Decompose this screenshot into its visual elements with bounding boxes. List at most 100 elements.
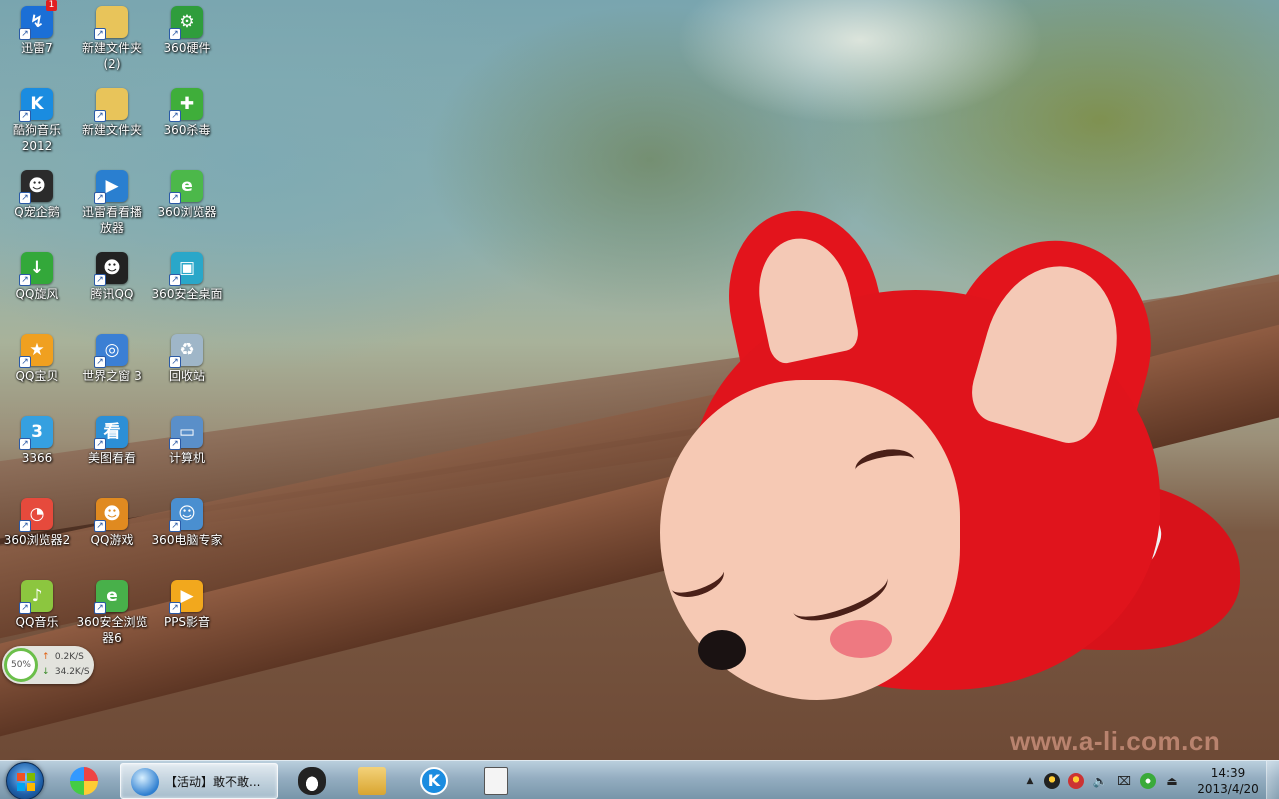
desktop-icon-label: 360杀毒	[163, 123, 211, 137]
desktop-icon[interactable]: ▶ ↗ 迅雷看看播 放器	[75, 170, 149, 236]
qq-tray-icon-2[interactable]	[1068, 773, 1084, 789]
desktop-icon[interactable]: ☻ ↗ 腾讯QQ	[75, 252, 149, 302]
360-secure-browser-icon: e ↗	[94, 580, 128, 614]
kugou-icon: K ↗	[19, 88, 53, 122]
shortcut-arrow-icon: ↗	[169, 192, 181, 204]
desktop-icon[interactable]: ↗ 新建文件夹 (2)	[75, 6, 149, 72]
desktop-icon-label: 新建文件夹	[81, 123, 142, 137]
recycle-bin-icon: ♻ ↗	[169, 334, 203, 368]
shortcut-arrow-icon: ↗	[169, 356, 181, 368]
desktop-icon[interactable]: ☻ ↗ Q宠企鹅	[0, 170, 74, 220]
desktop-icon[interactable]: ↗ 新建文件夹	[75, 88, 149, 138]
desktop-icon-label: 360浏览器	[157, 205, 217, 219]
network-speed-widget[interactable]: 50% ↑ 0.2K/S ↓ 34.2K/S	[2, 646, 94, 684]
desktop-icon[interactable]: K ↗ 酷狗音乐 2012	[0, 88, 74, 154]
folder-icon: ↗	[94, 88, 128, 122]
desktop-icon[interactable]: ◔ ↗ 360浏览器2	[0, 498, 74, 548]
taskbar-pinned-explorer[interactable]	[344, 763, 400, 799]
desktop-icon[interactable]: 3 ↗ 3366	[0, 416, 74, 466]
desktop-icon[interactable]: ☺ ↗ 360电脑专家	[150, 498, 224, 548]
desktop-icon-label: 美图看看	[87, 451, 136, 465]
desktop-icon[interactable]: e ↗ 360安全浏览 器6	[75, 580, 149, 646]
desktop-icon[interactable]: ♻ ↗ 回收站	[150, 334, 224, 384]
shortcut-arrow-icon: ↗	[94, 28, 106, 40]
clock-date: 2013/4/20	[1197, 782, 1259, 796]
qq-penguin-icon	[298, 767, 326, 795]
360-hardware-icon: ⚙ ↗	[169, 6, 203, 40]
desktop-icon-label: PPS影音	[163, 615, 211, 629]
kankan-player-icon: ▶ ↗	[94, 170, 128, 204]
360-tray-icon[interactable]	[1140, 773, 1156, 789]
desktop-icon[interactable]: ◎ ↗ 世界之窗 3	[75, 334, 149, 384]
desktop-icon-label: 迅雷看看播 放器	[81, 205, 142, 235]
qq-icon: ☻ ↗	[94, 252, 128, 286]
computer-icon: ▭ ↗	[169, 416, 203, 450]
shortcut-arrow-icon: ↗	[19, 110, 31, 122]
system-tray: ▲ 🔈 ⌧ ⏏	[1020, 761, 1220, 799]
desktop-icon[interactable]: ↓ ↗ QQ旋风	[0, 252, 74, 302]
fox-cheek	[830, 620, 892, 658]
360-desktop-icon: ▣ ↗	[169, 252, 203, 286]
meitu-viewer-icon: 看 ↗	[94, 416, 128, 450]
shortcut-arrow-icon: ↗	[94, 192, 106, 204]
desktop-icon[interactable]: ★ ↗ QQ宝贝	[0, 334, 74, 384]
taskbar-pinned-kugou[interactable]: K	[406, 763, 462, 799]
download-speed: ↓ 34.2K/S	[42, 667, 90, 677]
shortcut-arrow-icon: ↗	[169, 110, 181, 122]
start-button[interactable]	[6, 762, 44, 799]
taskbar-pinned-qq[interactable]	[284, 763, 340, 799]
desktop-icon[interactable]: ↯ ↗ 1 迅雷7	[0, 0, 74, 56]
explorer-folder-icon	[358, 767, 386, 795]
qq-baby-icon: ★ ↗	[19, 334, 53, 368]
upload-speed: ↑ 0.2K/S	[42, 652, 84, 662]
desktop-icon-label: QQ游戏	[90, 533, 134, 547]
shortcut-arrow-icon: ↗	[169, 520, 181, 532]
network-icon[interactable]: ⌧	[1116, 773, 1132, 789]
desktop-icon-label: 迅雷7	[21, 41, 53, 55]
desktop-icon-label: 360电脑专家	[151, 533, 223, 547]
shortcut-arrow-icon: ↗	[94, 602, 106, 614]
qq-whirlwind-icon: ↓ ↗	[19, 252, 53, 286]
desktop-icon[interactable]: ✚ ↗ 360杀毒	[150, 88, 224, 138]
360-expert-icon: ☺ ↗	[169, 498, 203, 532]
wallpaper-watermark: www.a-li.com.cn	[1010, 726, 1221, 756]
desktop-icon[interactable]: ▶ ↗ PPS影音	[150, 580, 224, 630]
speed-percent-gauge: 50%	[4, 648, 38, 682]
usb-icon[interactable]: ⏏	[1164, 773, 1180, 789]
taskbar-pinned-notepad[interactable]	[468, 763, 524, 799]
desktop-icon-label: 新建文件夹 (2)	[81, 41, 142, 71]
desktop-icon[interactable]: ▣ ↗ 360安全桌面	[150, 252, 224, 302]
shortcut-arrow-icon: ↗	[19, 274, 31, 286]
desktop-icon[interactable]: ☻ ↗ QQ游戏	[75, 498, 149, 548]
show-hidden-icons-arrow[interactable]: ▲	[1022, 773, 1038, 789]
notification-badge: 1	[46, 0, 57, 11]
volume-icon[interactable]: 🔈	[1092, 773, 1108, 789]
shortcut-arrow-icon: ↗	[19, 192, 31, 204]
taskbar-window-browser[interactable]: 【活动】敢不敢...	[120, 763, 278, 799]
qq-game-icon: ☻ ↗	[94, 498, 128, 532]
desktop-icon-label: 360浏览器2	[3, 533, 71, 547]
taskbar-window-title: 【活动】敢不敢...	[165, 775, 261, 789]
taskbar: 【活动】敢不敢... K ▲ 🔈 ⌧ ⏏ 14:39 2013/4/20	[0, 760, 1279, 799]
desktop-icon-label: 360安全桌面	[151, 287, 223, 301]
desktop-icon[interactable]: ♪ ↗ QQ音乐	[0, 580, 74, 630]
qq-tray-icon[interactable]	[1044, 773, 1060, 789]
clock-time: 14:39	[1210, 766, 1246, 780]
download-speed-value: 34.2K/S	[54, 667, 90, 677]
desktop-icon[interactable]: ⚙ ↗ 360硬件	[150, 6, 224, 56]
desktop-icon-label: 腾讯QQ	[90, 287, 134, 301]
shortcut-arrow-icon: ↗	[94, 520, 106, 532]
taskbar-clock[interactable]: 14:39 2013/4/20	[1196, 765, 1260, 797]
desktop-icon-label: 计算机	[168, 451, 205, 465]
desktop-icon[interactable]: ▭ ↗ 计算机	[150, 416, 224, 466]
desktop-icon[interactable]: 看 ↗ 美图看看	[75, 416, 149, 466]
360-antivirus-icon: ✚ ↗	[169, 88, 203, 122]
show-desktop-button[interactable]	[1266, 761, 1279, 799]
taskbar-pinned-colorful-app[interactable]	[56, 763, 112, 799]
notepad-icon	[484, 767, 508, 795]
360-browser2-icon: ◔ ↗	[19, 498, 53, 532]
folder-icon: ↗	[94, 6, 128, 40]
upload-speed-value: 0.2K/S	[54, 652, 84, 662]
desktop-icon[interactable]: e ↗ 360浏览器	[150, 170, 224, 220]
shortcut-arrow-icon: ↗	[169, 602, 181, 614]
